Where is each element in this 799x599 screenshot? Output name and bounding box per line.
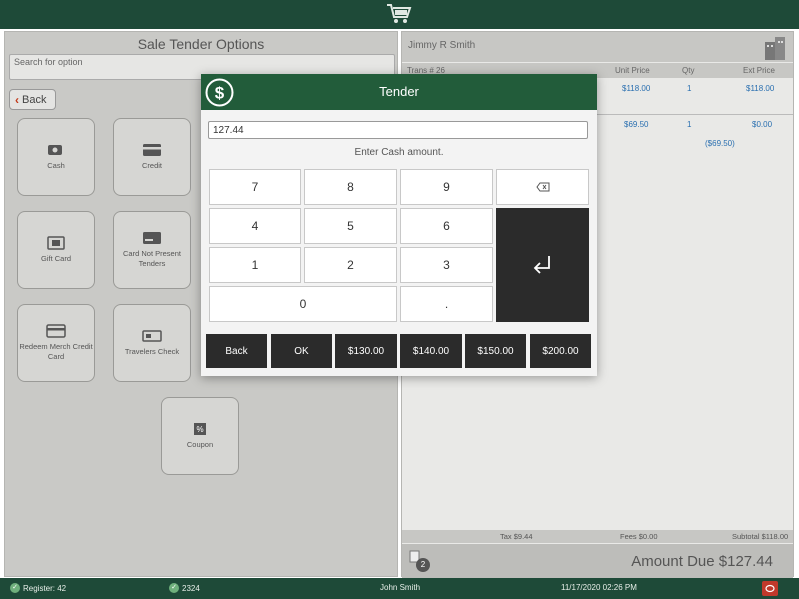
dialog-header: $ Tender bbox=[201, 74, 597, 110]
merch-credit-icon bbox=[46, 324, 66, 338]
tile-label: Cash bbox=[47, 161, 65, 171]
datetime-status: 11/17/2020 02:26 PM bbox=[561, 583, 637, 592]
tile-label: Card Not Present Tenders bbox=[123, 249, 181, 268]
cash-icon bbox=[48, 145, 62, 156]
credit-card-icon bbox=[143, 144, 161, 157]
line-ext-price[interactable]: $118.00 bbox=[746, 84, 774, 93]
key-6[interactable]: 6 bbox=[400, 208, 493, 244]
ext-price-header: Ext Price bbox=[743, 66, 776, 75]
user-name: John Smith bbox=[380, 583, 421, 592]
key-2[interactable]: 2 bbox=[304, 247, 397, 283]
enter-icon bbox=[533, 256, 550, 274]
qty-header: Qty bbox=[682, 66, 695, 75]
amount-input[interactable] bbox=[208, 121, 588, 139]
key-8[interactable]: 8 bbox=[304, 169, 397, 205]
line-unit-price[interactable]: $118.00 bbox=[622, 84, 650, 93]
tile-label: Redeem Merch Credit Card bbox=[19, 342, 93, 361]
gift-card-icon bbox=[47, 236, 65, 250]
fees-total: Fees $0.00 bbox=[620, 532, 658, 541]
key-0[interactable]: 0 bbox=[209, 286, 397, 322]
top-bar bbox=[0, 0, 799, 29]
totals-bar: Tax $9.44 Fees $0.00 Subtotal $118.00 bbox=[402, 530, 793, 543]
chevron-left-icon: ‹ bbox=[15, 92, 19, 107]
subtotal: Subtotal $118.00 bbox=[732, 532, 789, 541]
tile-travelers-check[interactable]: Travelers Check bbox=[113, 304, 191, 382]
id-label: 2324 bbox=[182, 583, 200, 593]
amount-prompt: Enter Cash amount. bbox=[354, 147, 444, 158]
tender-dialog: $ Tender Enter Cash amount. 7 8 9 4 5 6 … bbox=[201, 74, 597, 376]
coupon-icon: % bbox=[194, 423, 206, 436]
panel-title: Sale Tender Options bbox=[137, 36, 265, 52]
check-icon: ✓ bbox=[169, 583, 179, 593]
check-icon: ✓ bbox=[10, 583, 20, 593]
customer-bar[interactable]: Jimmy R Smith bbox=[402, 32, 793, 62]
quick-amount-150-button[interactable]: $150.00 bbox=[465, 334, 526, 368]
key-3[interactable]: 3 bbox=[400, 247, 493, 283]
back-action-button[interactable]: Back bbox=[206, 334, 267, 368]
back-label: Back bbox=[22, 93, 47, 106]
receipt-count-badge: 2 bbox=[416, 558, 430, 572]
key-9[interactable]: 9 bbox=[400, 169, 493, 205]
unit-price-header: Unit Price bbox=[615, 66, 650, 75]
tile-coupon[interactable]: % Coupon bbox=[161, 397, 239, 475]
enter-key[interactable] bbox=[496, 208, 589, 322]
power-icon[interactable] bbox=[762, 581, 778, 596]
tile-credit[interactable]: Credit bbox=[113, 118, 191, 196]
key-7[interactable]: 7 bbox=[209, 169, 301, 205]
line-qty[interactable]: 1 bbox=[687, 84, 691, 93]
quick-amount-200-button[interactable]: $200.00 bbox=[530, 334, 591, 368]
line-unit-price[interactable]: $69.50 bbox=[624, 120, 648, 129]
travelers-check-icon bbox=[142, 330, 162, 342]
card-not-present-icon bbox=[143, 232, 161, 245]
tile-label: Gift Card bbox=[40, 254, 71, 264]
backspace-icon bbox=[535, 182, 549, 192]
tile-redeem-merch-credit[interactable]: Redeem Merch Credit Card bbox=[17, 304, 95, 382]
building-icon[interactable] bbox=[759, 34, 789, 62]
tile-label: Credit bbox=[141, 161, 162, 171]
quick-amount-140-button[interactable]: $140.00 bbox=[400, 334, 462, 368]
key-5[interactable]: 5 bbox=[304, 208, 397, 244]
amount-due-bar: 2 Amount Due $127.44 bbox=[402, 544, 793, 578]
tile-card-not-present[interactable]: Card Not Present Tenders bbox=[113, 211, 191, 289]
key-4[interactable]: 4 bbox=[209, 208, 301, 244]
amount-due: Amount Due $127.44 bbox=[631, 553, 773, 570]
tile-gift-card[interactable]: Gift Card bbox=[17, 211, 95, 289]
key-decimal[interactable]: . bbox=[400, 286, 493, 322]
tile-label: Travelers Check bbox=[124, 347, 180, 357]
line-qty[interactable]: 1 bbox=[687, 120, 691, 129]
shopping-cart-icon[interactable] bbox=[386, 3, 412, 25]
user-status: John Smith bbox=[380, 583, 420, 592]
back-button[interactable]: ‹ Back bbox=[9, 89, 56, 110]
ok-button[interactable]: OK bbox=[271, 334, 332, 368]
customer-name: Jimmy R Smith bbox=[408, 40, 476, 51]
tax-total: Tax $9.44 bbox=[500, 532, 533, 541]
status-bar: ✓ Register: 42 ✓ 2324 John Smith 11/17/2… bbox=[0, 578, 799, 599]
tile-cash[interactable]: Cash bbox=[17, 118, 95, 196]
register-label: Register: 42 bbox=[23, 583, 67, 593]
id-status: ✓ 2324 bbox=[169, 583, 200, 593]
backspace-key[interactable] bbox=[496, 169, 589, 205]
key-1[interactable]: 1 bbox=[209, 247, 301, 283]
tile-label: Coupon bbox=[186, 440, 214, 450]
svg-text:%: % bbox=[196, 425, 203, 434]
quick-amount-130-button[interactable]: $130.00 bbox=[335, 334, 397, 368]
register-status: ✓ Register: 42 bbox=[10, 583, 66, 593]
line-ext-price[interactable]: $0.00 bbox=[752, 120, 772, 129]
dialog-title: Tender bbox=[379, 84, 419, 99]
datetime: 11/17/2020 02:26 PM bbox=[561, 583, 637, 592]
line-discount: ($69.50) bbox=[705, 139, 735, 148]
